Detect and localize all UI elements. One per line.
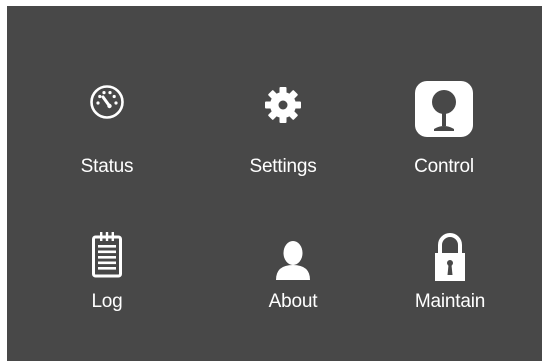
- menu-item-status-label: Status: [80, 156, 134, 177]
- joystick-icon: [384, 76, 504, 138]
- menu-item-log[interactable]: Log: [47, 228, 167, 338]
- menu-item-status[interactable]: Status: [47, 80, 167, 190]
- speedometer-icon: [47, 80, 167, 122]
- gear-icon: [223, 80, 343, 124]
- notepad-icon: [47, 228, 167, 278]
- menu-item-maintain[interactable]: Maintain: [390, 228, 510, 338]
- menu-item-about[interactable]: About: [233, 228, 353, 338]
- menu-item-settings[interactable]: Settings: [223, 80, 343, 190]
- padlock-icon: [390, 230, 510, 282]
- menu-item-control[interactable]: Control: [384, 80, 504, 190]
- menu-item-maintain-label: Maintain: [414, 291, 486, 312]
- menu-item-about-label: About: [268, 291, 318, 312]
- menu-item-log-label: Log: [91, 291, 123, 312]
- person-icon: [233, 228, 353, 280]
- main-menu-panel: Status Settings Control Log About Mainta…: [7, 6, 542, 361]
- menu-item-control-label: Control: [414, 156, 474, 177]
- menu-item-settings-label: Settings: [249, 156, 317, 177]
